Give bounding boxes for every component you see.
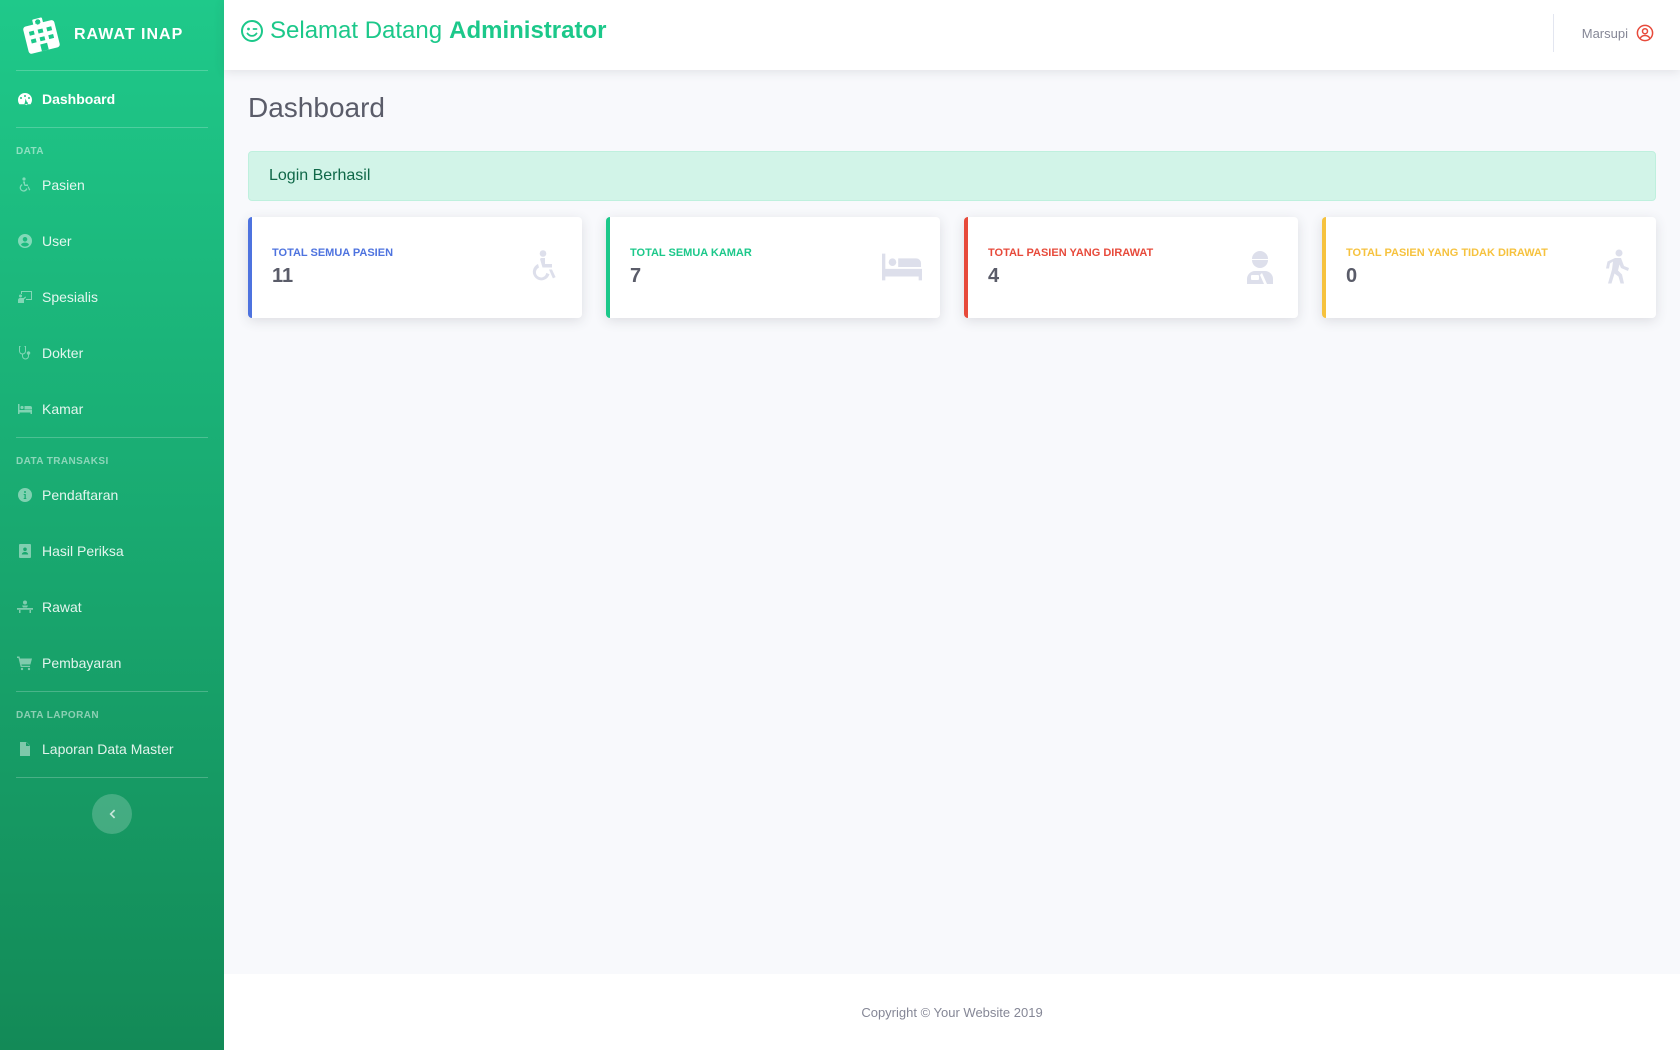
user-circle-icon[interactable] — [1636, 24, 1654, 42]
sidebar-item-label: Pembayaran — [42, 655, 122, 671]
hospital-icon — [23, 17, 60, 54]
bed-icon — [882, 249, 922, 285]
sidebar-item-hasil-periksa[interactable]: Hasil Periksa — [0, 523, 224, 579]
sidebar-item-pembayaran[interactable]: Pembayaran — [0, 635, 224, 691]
welcome-prefix: Selamat Datang — [270, 17, 443, 44]
sidebar-item-dokter[interactable]: Dokter — [0, 325, 224, 381]
user-injured-icon — [1240, 249, 1280, 285]
wheelchair-icon — [524, 249, 564, 285]
cart-icon — [16, 654, 34, 672]
card-value: 7 — [630, 265, 642, 287]
page-title: Dashboard — [248, 92, 385, 123]
sidebar-item-label: User — [42, 233, 72, 249]
stethoscope-icon — [16, 344, 34, 362]
stat-card-total-dirawat: TOTAL PASIEN YANG DIRAWAT 4 — [964, 217, 1298, 318]
welcome-role: Administrator — [449, 17, 607, 44]
topbar: Selamat Datang Administrator Marsupi — [224, 0, 1680, 70]
sidebar-item-kamar[interactable]: Kamar — [0, 381, 224, 437]
sidebar-item-label: Pasien — [42, 177, 85, 193]
app: RAWAT INAP Dashboard DATA Pasien User Sp… — [0, 0, 1680, 1050]
sidebar-item-label: Dashboard — [42, 91, 116, 107]
sidebar-item-spesialis[interactable]: Spesialis — [0, 269, 224, 325]
stat-card-total-kamar: TOTAL SEMUA KAMAR 7 — [606, 217, 940, 318]
sidebar-item-dashboard[interactable]: Dashboard — [0, 71, 224, 127]
card-label: TOTAL SEMUA PASIEN — [272, 247, 394, 259]
sidebar-heading-laporan: DATA LAPORAN — [16, 710, 99, 721]
stat-card-total-tidak-dirawat: TOTAL PASIEN YANG TIDAK DIRAWAT 0 — [1322, 217, 1656, 318]
sidebar: RAWAT INAP Dashboard DATA Pasien User Sp… — [0, 0, 224, 1050]
sidebar-item-label: Laporan Data Master — [42, 741, 174, 757]
card-value: 4 — [988, 265, 1000, 287]
sidebar-item-label: Dokter — [42, 345, 84, 361]
footer: Copyright © Your Website 2019 — [224, 974, 1680, 1050]
welcome-message: Selamat Datang Administrator — [240, 17, 606, 45]
sidebar-item-user[interactable]: User — [0, 213, 224, 269]
sidebar-item-label: Rawat — [42, 599, 82, 615]
sidebar-item-label: Kamar — [42, 401, 84, 417]
sidebar-item-label: Hasil Periksa — [42, 543, 124, 559]
sidebar-brand[interactable]: RAWAT INAP — [0, 0, 224, 70]
brand-name: RAWAT INAP — [74, 26, 184, 43]
main-content: Dashboard Login Berhasil TOTAL SEMUA PAS… — [224, 70, 1680, 974]
chevron-left-icon — [109, 809, 116, 819]
chalkboard-icon — [16, 288, 34, 306]
info-circle-icon — [16, 486, 34, 504]
sidebar-item-pasien[interactable]: Pasien — [0, 157, 224, 213]
sidebar-heading-transaksi: DATA TRANSAKSI — [16, 456, 109, 467]
card-label: TOTAL PASIEN YANG DIRAWAT — [988, 247, 1154, 259]
procedures-icon — [16, 598, 34, 616]
address-book-icon — [16, 542, 34, 560]
sidebar-item-rawat[interactable]: Rawat — [0, 579, 224, 635]
sidebar-item-label: Spesialis — [42, 289, 99, 305]
topbar-divider — [1552, 14, 1554, 52]
topbar-user-area: Marsupi — [1552, 0, 1680, 70]
alert-success: Login Berhasil — [248, 151, 1656, 201]
sidebar-heading-data: DATA — [16, 146, 44, 157]
wheelchair-icon — [16, 176, 34, 194]
smile-wink-icon — [241, 20, 263, 42]
user-circle-icon — [16, 232, 34, 250]
walking-icon — [1598, 249, 1638, 285]
sidebar-item-laporan-data-master[interactable]: Laporan Data Master — [0, 721, 224, 777]
card-value: 11 — [272, 265, 294, 287]
tachometer-icon — [16, 90, 34, 108]
user-name[interactable]: Marsupi — [1582, 26, 1628, 41]
copyright-text: Copyright © Your Website 2019 — [861, 1004, 1043, 1020]
bed-icon — [16, 400, 34, 418]
card-label: TOTAL SEMUA KAMAR — [630, 247, 752, 259]
sidebar-item-label: Pendaftaran — [42, 487, 119, 503]
card-label: TOTAL PASIEN YANG TIDAK DIRAWAT — [1346, 247, 1548, 259]
sidebar-toggle-wrap — [0, 778, 224, 834]
file-icon — [16, 740, 34, 758]
stat-card-total-pasien: TOTAL SEMUA PASIEN 11 — [248, 217, 582, 318]
card-value: 0 — [1346, 265, 1358, 287]
sidebar-toggle-button[interactable] — [92, 794, 132, 834]
sidebar-item-pendaftaran[interactable]: Pendaftaran — [0, 467, 224, 523]
